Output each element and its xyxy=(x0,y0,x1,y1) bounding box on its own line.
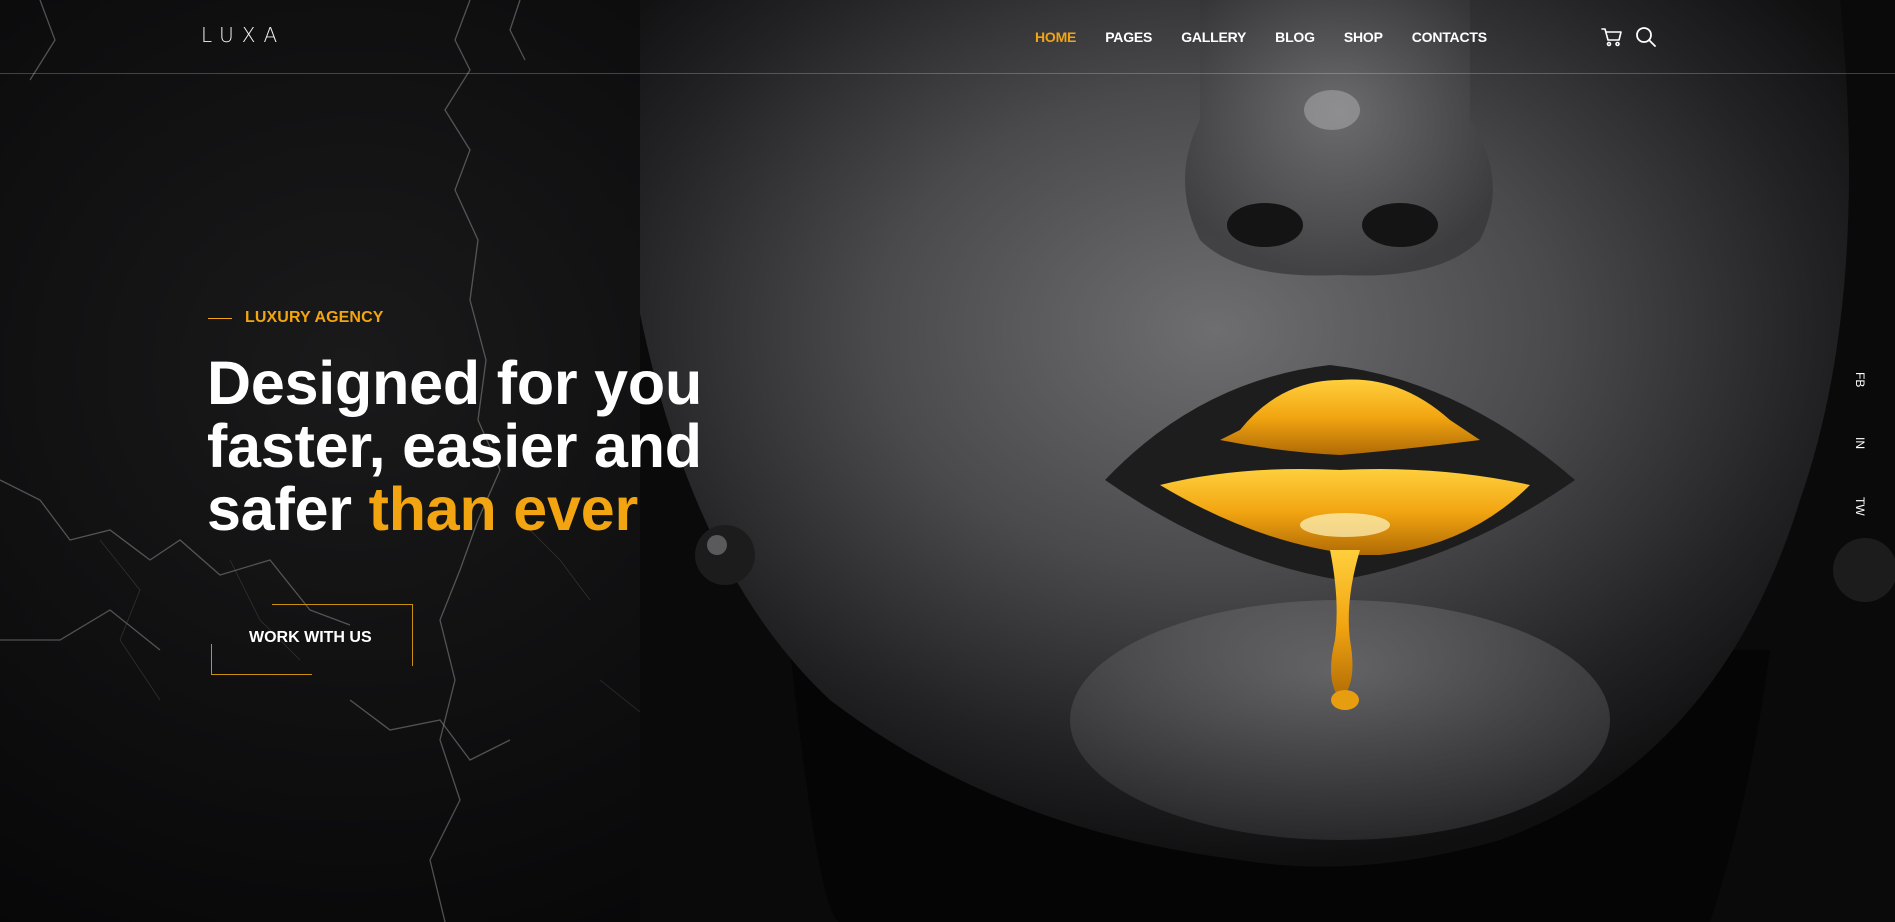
headline-accent: than ever xyxy=(368,475,639,543)
hero-eyebrow: LUXURY AGENCY xyxy=(208,309,384,327)
headline-line-2: faster, easier and xyxy=(207,412,702,480)
search-icon[interactable] xyxy=(1634,25,1658,49)
header-actions xyxy=(1600,25,1658,49)
social-link-in[interactable]: IN xyxy=(1849,437,1871,461)
nav-item-blog[interactable]: BLOG xyxy=(1275,29,1315,45)
work-with-us-button[interactable]: WORK WITH US xyxy=(211,604,413,675)
hero-stage: LUXA HOME PAGES GALLERY BLOG SHOP CONTAC… xyxy=(0,0,1895,922)
cta-frame-bottom xyxy=(211,644,312,675)
hero-portrait-image xyxy=(640,0,1895,922)
site-header: LUXA HOME PAGES GALLERY BLOG SHOP CONTAC… xyxy=(0,0,1895,74)
nav-item-contacts[interactable]: CONTACTS xyxy=(1412,29,1487,45)
cart-icon[interactable] xyxy=(1600,25,1624,49)
nav-item-home[interactable]: HOME xyxy=(1035,29,1076,45)
cta-label: WORK WITH US xyxy=(249,629,372,646)
nav-item-shop[interactable]: SHOP xyxy=(1344,29,1383,45)
nav-item-gallery[interactable]: GALLERY xyxy=(1181,29,1246,45)
headline-line-3: safer xyxy=(207,475,369,543)
nav-item-pages[interactable]: PAGES xyxy=(1105,29,1152,45)
main-nav: HOME PAGES GALLERY BLOG SHOP CONTACTS xyxy=(1035,29,1516,45)
brand-logo[interactable]: LUXA xyxy=(201,23,285,47)
eyebrow-divider xyxy=(208,317,232,319)
hero-headline: Designed for you faster, easier and safe… xyxy=(207,352,702,541)
eyebrow-label: LUXURY AGENCY xyxy=(245,309,384,326)
social-link-fb[interactable]: FB xyxy=(1849,372,1871,396)
social-link-tw[interactable]: TW xyxy=(1849,497,1871,521)
headline-line-1: Designed for you xyxy=(207,349,703,417)
